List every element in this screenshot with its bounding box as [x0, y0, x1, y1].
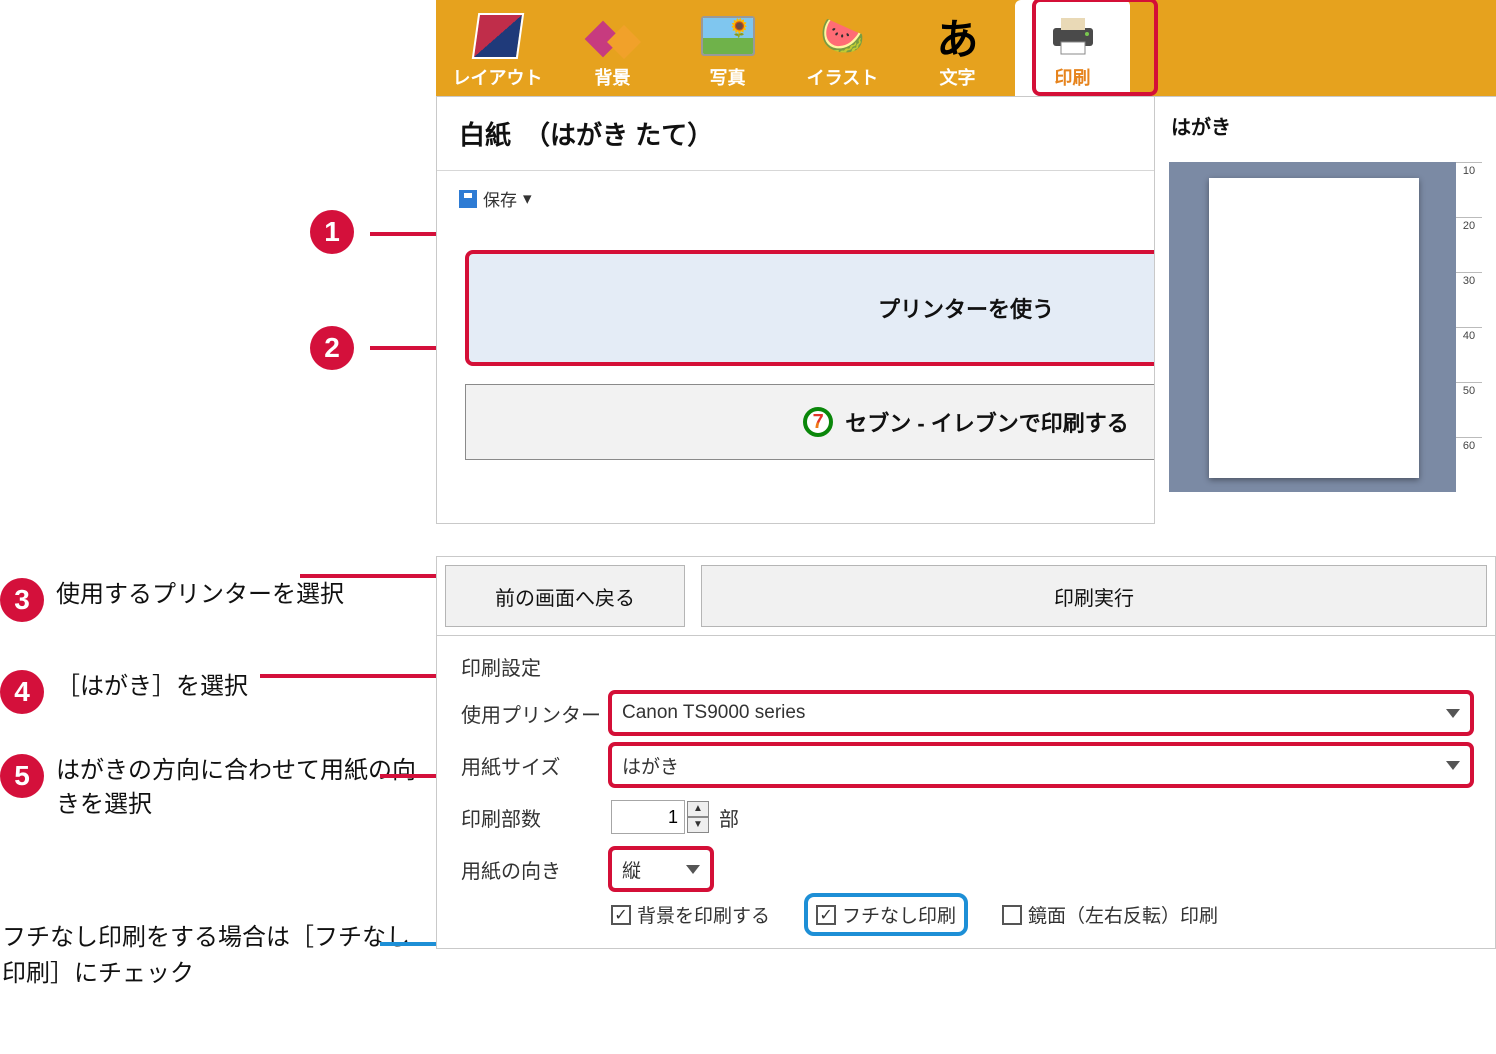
save-icon	[459, 190, 477, 208]
checkbox-icon: ✓	[816, 905, 836, 925]
panel-print-settings: 前の画面へ戻る 印刷実行 印刷設定 使用プリンター Canon TS9000 s…	[436, 556, 1496, 949]
tab-label: 写真	[710, 64, 746, 90]
background-icon	[590, 16, 636, 56]
select-value: Canon TS9000 series	[622, 702, 805, 724]
ruler-tick: 40	[1456, 327, 1482, 382]
paper-size-select[interactable]: はがき	[611, 745, 1471, 785]
callout-number-1: 1	[310, 210, 354, 254]
app-window: レイアウト 背景 写真 🍉 イラスト あ 文字 印刷 白紙 （はがき たて）	[436, 0, 1496, 949]
preview-paper	[1209, 178, 1419, 478]
callout-number-5: 5	[0, 754, 44, 798]
tab-photo[interactable]: 写真	[670, 0, 785, 96]
button-label: 印刷実行	[1054, 582, 1134, 611]
orientation-label: 用紙の向き	[461, 855, 611, 884]
copies-unit: 部	[719, 803, 739, 832]
print-run-button[interactable]: 印刷実行	[701, 565, 1487, 627]
callout-text-5: はがきの方向に合わせて用紙の向きを選択	[56, 754, 420, 821]
tab-bar: レイアウト 背景 写真 🍉 イラスト あ 文字 印刷	[436, 0, 1496, 96]
checkbox-icon: ✓	[611, 905, 631, 925]
illustration-icon: 🍉	[813, 12, 873, 60]
checkbox-mirror[interactable]: 鏡面（左右反転）印刷	[1002, 901, 1218, 928]
copies-label: 印刷部数	[461, 803, 611, 832]
checkbox-print-background[interactable]: ✓ 背景を印刷する	[611, 901, 770, 928]
ruler-tick: 10	[1456, 162, 1482, 217]
printer-select[interactable]: Canon TS9000 series	[611, 693, 1471, 733]
tab-label: 文字	[940, 64, 976, 90]
layout-icon	[471, 13, 523, 59]
row-paper-size: 用紙サイズ はがき	[461, 741, 1471, 789]
footnote-borderless: フチなし印刷をする場合は［フチなし印刷］にチェック	[2, 920, 422, 992]
callout-text-3: 使用するプリンターを選択	[56, 578, 344, 612]
checkbox-borderless[interactable]: ✓ フチなし印刷	[810, 899, 962, 930]
checkbox-row: ✓ 背景を印刷する ✓ フチなし印刷 鏡面（左右反転）印刷	[611, 899, 1471, 930]
section-title: 印刷設定	[461, 652, 1471, 681]
tab-label: イラスト	[807, 64, 879, 90]
copies-stepper[interactable]: ▲ ▼	[611, 800, 709, 834]
checkbox-icon	[1002, 905, 1022, 925]
tab-layout[interactable]: レイアウト	[440, 0, 555, 96]
save-button[interactable]: 保存 ▾	[459, 186, 532, 211]
chevron-down-icon	[1446, 761, 1460, 770]
tab-background[interactable]: 背景	[555, 0, 670, 96]
row-orientation: 用紙の向き 縦	[461, 845, 1471, 893]
ruler-vertical: 10 20 30 40 50 60	[1456, 162, 1482, 492]
preview-title: はがき	[1155, 97, 1496, 154]
callout-3: 3 使用するプリンターを選択	[0, 578, 420, 622]
preview-pane: はがき 10 20 30 40 50 60	[1154, 96, 1496, 524]
tab-label: 背景	[595, 64, 631, 90]
tab-label: レイアウト	[453, 64, 543, 90]
printer-icon	[1043, 12, 1103, 60]
ruler-tick: 50	[1456, 382, 1482, 437]
tab-label: 印刷	[1055, 64, 1091, 90]
printer-label: 使用プリンター	[461, 699, 611, 728]
copies-input[interactable]	[611, 800, 685, 834]
checkbox-label: 鏡面（左右反転）印刷	[1028, 901, 1218, 928]
row-copies: 印刷部数 ▲ ▼ 部	[461, 793, 1471, 841]
dropdown-caret-icon: ▾	[523, 189, 532, 209]
tab-illustration[interactable]: 🍉 イラスト	[785, 0, 900, 96]
tab-print[interactable]: 印刷	[1015, 0, 1130, 96]
button-label: 前の画面へ戻る	[495, 582, 635, 611]
callout-number-2: 2	[310, 326, 354, 370]
paper-size-label: 用紙サイズ	[461, 751, 611, 780]
ruler-tick: 60	[1456, 437, 1482, 492]
tab-text[interactable]: あ 文字	[900, 0, 1015, 96]
back-button[interactable]: 前の画面へ戻る	[445, 565, 685, 627]
checkbox-label: フチなし印刷	[842, 901, 956, 928]
stepper-down-icon[interactable]: ▼	[687, 817, 709, 833]
text-icon: あ	[928, 12, 988, 60]
chevron-down-icon	[686, 865, 700, 874]
annotations: 1 2 3 使用するプリンターを選択 4 ［はがき］を選択 5 はがきの方向に合…	[0, 210, 420, 869]
callout-text-4: ［はがき］を選択	[56, 670, 248, 704]
preview-canvas: 10 20 30 40 50 60	[1169, 162, 1482, 492]
photo-icon	[701, 16, 755, 56]
button-label: セブン - イレブンで印刷する	[845, 406, 1129, 438]
orientation-select[interactable]: 縦	[611, 849, 711, 889]
settings-actions: 前の画面へ戻る 印刷実行	[437, 557, 1495, 636]
callout-number-4: 4	[0, 670, 44, 714]
callout-number-3: 3	[0, 578, 44, 622]
select-value: 縦	[622, 856, 641, 883]
ruler-tick: 20	[1456, 217, 1482, 272]
row-printer: 使用プリンター Canon TS9000 series	[461, 689, 1471, 737]
stepper-up-icon[interactable]: ▲	[687, 801, 709, 817]
ruler-tick: 30	[1456, 272, 1482, 327]
button-label: プリンターを使う	[878, 292, 1054, 324]
save-label: 保存	[483, 186, 517, 211]
checkbox-label: 背景を印刷する	[637, 901, 770, 928]
callout-5: 5 はがきの方向に合わせて用紙の向きを選択	[0, 754, 420, 821]
seven-eleven-icon: 7	[803, 407, 833, 437]
chevron-down-icon	[1446, 709, 1460, 718]
select-value: はがき	[622, 752, 679, 779]
